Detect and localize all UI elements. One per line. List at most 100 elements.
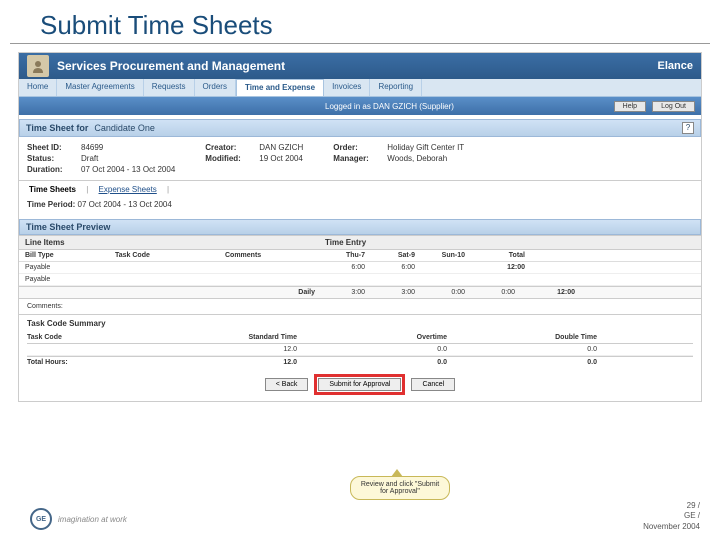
- tab-orders[interactable]: Orders: [195, 79, 236, 96]
- scell-dbl: 0.0: [477, 346, 627, 353]
- subtab-separator: |: [86, 185, 88, 194]
- cell-sat9: [375, 276, 425, 283]
- back-button[interactable]: < Back: [265, 378, 309, 391]
- cell-task: [115, 276, 225, 283]
- tab-master-agreements[interactable]: Master Agreements: [57, 79, 143, 96]
- subtab-separator: |: [167, 185, 169, 194]
- login-text: Logged in as DAN GZICH (Supplier): [325, 102, 454, 111]
- daily-totals-row: Daily 3:00 3:00 0:00 0:00 12:00: [19, 286, 701, 299]
- comments-label: Comments:: [27, 303, 63, 310]
- duration-label: Duration:: [27, 165, 77, 174]
- col-billtype: Bill Type: [25, 252, 115, 259]
- duration-value: 07 Oct 2004 - 13 Oct 2004: [81, 165, 175, 174]
- tab-home[interactable]: Home: [19, 79, 57, 96]
- cell-thu7: 6:00: [325, 264, 375, 271]
- summary-header-row: Task Code Standard Time Overtime Double …: [27, 332, 693, 344]
- table-row: Payable 6:00 6:00 12:00: [19, 262, 701, 274]
- app-window: Services Procurement and Management Elan…: [18, 52, 702, 402]
- action-bar: < Back Submit for Approval Cancel: [19, 368, 701, 401]
- col-comments: Comments: [225, 252, 325, 259]
- daily-label: Daily: [275, 289, 325, 296]
- sheet-id-value: 84699: [81, 143, 103, 152]
- daily-thu7: 3:00: [325, 289, 375, 296]
- col-total: Total: [475, 252, 525, 259]
- modified-label: Modified:: [205, 154, 255, 163]
- summary-total-row: Total Hours: 12.0 0.0 0.0: [27, 356, 693, 368]
- scol-taskcode: Task Code: [27, 334, 177, 341]
- company-label: GE /: [643, 511, 700, 521]
- help-icon[interactable]: ?: [682, 122, 694, 134]
- cell-sat9: 6:00: [375, 264, 425, 271]
- app-title: Services Procurement and Management: [57, 59, 658, 73]
- creator-label: Creator:: [205, 143, 255, 152]
- daily-sat9: 3:00: [375, 289, 425, 296]
- daily-blank: 0:00: [475, 289, 525, 296]
- manager-label: Manager:: [333, 154, 383, 163]
- grid-header: Line Items Time Entry: [19, 235, 701, 250]
- cell-sun10: [425, 264, 475, 271]
- comments-row: Comments:: [19, 299, 701, 315]
- daily-sun10: 0:00: [425, 289, 475, 296]
- daily-total: 12:00: [525, 289, 575, 296]
- sub-tabs: Time Sheets | Expense Sheets |: [19, 181, 701, 198]
- logout-button[interactable]: Log Out: [652, 101, 695, 112]
- scol-standard: Standard Time: [177, 334, 327, 341]
- submit-approval-button[interactable]: Submit for Approval: [318, 378, 401, 391]
- footer-date: November 2004: [643, 522, 700, 532]
- tab-time-expense[interactable]: Time and Expense: [236, 79, 324, 96]
- modified-value: 19 Oct 2004: [259, 154, 303, 163]
- page-number: 29 /: [643, 501, 700, 511]
- subtab-expensesheets[interactable]: Expense Sheets: [99, 185, 157, 194]
- cell-comments: [225, 276, 325, 283]
- tab-requests[interactable]: Requests: [144, 79, 195, 96]
- period-value: 07 Oct 2004 - 13 Oct 2004: [78, 200, 172, 209]
- meta-block: Sheet ID: 84699 Status: Draft Duration: 07 …: [19, 137, 701, 181]
- cell-type: Payable: [25, 276, 115, 283]
- brand-label: Elance: [658, 60, 693, 72]
- col-sat9: Sat-9: [375, 252, 425, 259]
- scell-ot: 0.0: [327, 346, 477, 353]
- avatar-icon: [27, 55, 49, 77]
- cell-type: Payable: [25, 264, 115, 271]
- footer-right: 29 / GE / November 2004: [643, 501, 700, 532]
- cell-total: [475, 276, 525, 283]
- cell-thu7: [325, 276, 375, 283]
- order-label: Order:: [333, 143, 383, 152]
- col-thu7: Thu-7: [325, 252, 375, 259]
- table-row: Payable: [19, 274, 701, 286]
- time-period-row: Time Period: 07 Oct 2004 - 13 Oct 2004: [19, 198, 701, 215]
- order-value: Holiday Gift Center IT: [387, 143, 464, 152]
- status-label: Status:: [27, 154, 77, 163]
- tab-reporting[interactable]: Reporting: [370, 79, 422, 96]
- tab-invoices[interactable]: Invoices: [324, 79, 370, 96]
- grid-columns: Bill Type Task Code Comments Thu-7 Sat-9…: [19, 250, 701, 262]
- status-value: Draft: [81, 154, 98, 163]
- cancel-button[interactable]: Cancel: [411, 378, 455, 391]
- scell-std: 12.0: [177, 346, 327, 353]
- creator-value: DAN GZICH: [259, 143, 303, 152]
- total-hours-label: Total Hours:: [27, 359, 177, 366]
- cell-comments: [225, 264, 325, 271]
- user-bar: Logged in as DAN GZICH (Supplier) Help L…: [19, 97, 701, 115]
- scol-double: Double Time: [477, 334, 627, 341]
- total-ot: 0.0: [327, 359, 477, 366]
- cell-sun10: [425, 276, 475, 283]
- col-sun10: Sun-10: [425, 252, 475, 259]
- subtab-timesheets[interactable]: Time Sheets: [29, 185, 76, 194]
- summary-row: 12.0 0.0 0.0: [27, 344, 693, 356]
- summary-grid: Task Code Standard Time Overtime Double …: [19, 332, 701, 368]
- section-label: Time Sheet for: [26, 123, 88, 133]
- timesheet-header-bar: Time Sheet for Candidate One ?: [19, 119, 701, 137]
- period-label: Time Period:: [27, 200, 75, 209]
- sheet-id-label: Sheet ID:: [27, 143, 77, 152]
- scell-task: [27, 346, 177, 353]
- app-header: Services Procurement and Management Elan…: [19, 53, 701, 79]
- preview-bar: Time Sheet Preview: [19, 219, 701, 235]
- instruction-callout: Review and click "Submit for Approval": [350, 476, 450, 500]
- ge-logo-icon: GE: [30, 508, 52, 530]
- help-button[interactable]: Help: [614, 101, 646, 112]
- scol-overtime: Overtime: [327, 334, 477, 341]
- timeentry-label: Time Entry: [325, 238, 366, 247]
- lineitems-label: Line Items: [25, 238, 325, 247]
- preview-title: Time Sheet Preview: [26, 222, 110, 232]
